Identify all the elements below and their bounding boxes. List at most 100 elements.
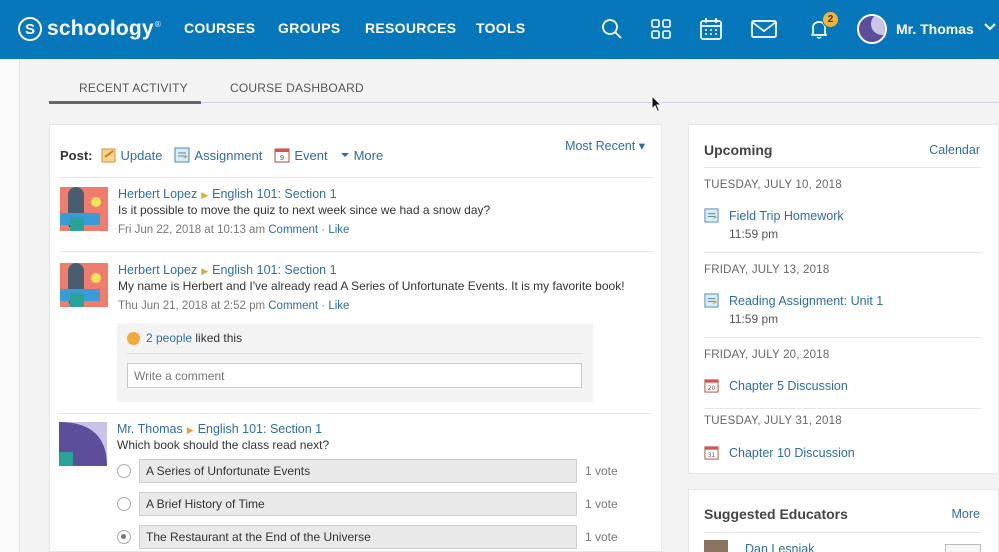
course-link[interactable]: English 101: Section 1 [212, 263, 336, 277]
post-event-button[interactable]: 9 Event [274, 147, 328, 163]
date-heading: TUESDAY, JULY 31, 2018 [704, 415, 842, 427]
likes-summary: 2 people liked this [127, 331, 242, 345]
author-link[interactable]: Herbert Lopez [118, 263, 197, 277]
triangle-right-icon: ▶ [201, 190, 209, 200]
comment-link[interactable]: Comment [268, 300, 318, 312]
poll-radio-selected[interactable] [117, 530, 131, 544]
upcoming-title: Upcoming [704, 142, 773, 158]
entry-timestamp: Fri Jun 22, 2018 at 10:13 am [118, 224, 266, 236]
user-avatar[interactable] [857, 14, 887, 44]
post-more-button[interactable]: More [340, 147, 384, 163]
post-assignment-button[interactable]: Assignment [174, 147, 262, 163]
nav-courses[interactable]: COURSES [184, 20, 255, 36]
date-heading: FRIDAY, JULY 20, 2018 [704, 349, 830, 361]
feed-divider [60, 251, 653, 252]
schoology-logo[interactable]: S schoology ® [18, 14, 161, 44]
author-link[interactable]: Mr. Thomas [117, 422, 183, 436]
calendar-event-icon: 31 [704, 446, 719, 460]
svg-text:31: 31 [708, 452, 716, 459]
poll-option-label: A Brief History of Time [139, 492, 577, 516]
svg-text:20: 20 [708, 385, 716, 392]
upcoming-item[interactable]: Reading Assignment: Unit 1 [704, 293, 883, 308]
panel-divider [704, 532, 982, 533]
comment-link[interactable]: Comment [268, 224, 318, 236]
like-link[interactable]: Like [328, 300, 349, 312]
top-navigation-bar: S schoology ® COURSES GROUPS RESOURCES T… [0, 0, 999, 59]
author-link[interactable]: Herbert Lopez [118, 187, 197, 201]
caret-down-icon [340, 153, 349, 157]
active-tab-indicator [49, 101, 201, 104]
author-avatar[interactable] [59, 422, 107, 466]
poll-radio[interactable] [117, 497, 131, 511]
post-composer-bar: Post: Update Assignment 9 Event More [60, 147, 395, 163]
upcoming-item[interactable]: 31 Chapter 10 Discussion [704, 445, 855, 460]
poll-vote-count: 1 vote [585, 530, 618, 544]
author-avatar[interactable] [60, 263, 108, 307]
course-link[interactable]: English 101: Section 1 [212, 187, 336, 201]
post-update-label: Update [120, 147, 163, 163]
upcoming-item[interactable]: 20 Chapter 5 Discussion [704, 378, 848, 393]
assignment-icon [174, 147, 190, 163]
apps-grid-icon[interactable] [648, 16, 674, 42]
author-avatar[interactable] [60, 187, 108, 231]
entry-header: Herbert Lopez ▶ English 101: Section 1 [118, 263, 337, 277]
likes-divider [127, 353, 583, 354]
post-event-label: Event [294, 147, 328, 163]
svg-text:9: 9 [280, 154, 284, 162]
triangle-right-icon: ▶ [201, 266, 209, 276]
post-label: Post: [60, 147, 93, 163]
poll-vote-count: 1 vote [585, 464, 618, 478]
logo-text: schoology [47, 17, 154, 40]
connect-button[interactable] [945, 544, 981, 552]
mail-icon[interactable] [751, 16, 777, 42]
upcoming-item-time: 11:59 pm [729, 227, 779, 241]
panel-divider [704, 337, 982, 338]
post-more-label: More [353, 147, 384, 163]
tab-course-dashboard[interactable]: COURSE DASHBOARD [230, 81, 364, 95]
feed-divider [59, 413, 652, 414]
likes-comment-box: 2 people liked this [117, 323, 593, 402]
post-update-button[interactable]: Update [101, 147, 163, 163]
entry-text: Which book should the class read next? [117, 438, 330, 452]
upcoming-panel: Upcoming Calendar TUESDAY, JULY 10, 2018… [688, 124, 999, 474]
suggested-title: Suggested Educators [704, 506, 848, 522]
chevron-down-icon[interactable] [983, 20, 997, 39]
sort-label: Most Recent [565, 139, 636, 153]
calendar-icon[interactable] [698, 16, 724, 42]
calendar-link[interactable]: Calendar [929, 143, 980, 157]
panel-divider [704, 252, 982, 253]
feed-divider [60, 177, 653, 178]
search-icon[interactable] [599, 16, 625, 42]
entry-timestamp: Thu Jun 21, 2018 at 2:52 pm [118, 300, 266, 312]
like-link[interactable]: Like [328, 224, 349, 236]
entry-header: Mr. Thomas ▶ English 101: Section 1 [117, 422, 322, 436]
entry-header: Herbert Lopez ▶ English 101: Section 1 [118, 187, 337, 201]
poll-vote-count: 1 vote [585, 497, 618, 511]
tab-recent-activity[interactable]: RECENT ACTIVITY [79, 81, 188, 95]
sort-dropdown[interactable]: Most Recent ▾ [565, 138, 645, 153]
poll-radio[interactable] [117, 464, 131, 478]
notification-count-badge: 2 [822, 11, 839, 28]
educator-name-link[interactable]: Dan Lesniak [745, 542, 815, 552]
upcoming-item-title: Field Trip Homework [729, 208, 844, 223]
post-assignment-label: Assignment [194, 147, 263, 163]
upcoming-item[interactable]: Field Trip Homework [704, 208, 844, 223]
user-menu-name[interactable]: Mr. Thomas [896, 21, 974, 37]
calendar-event-icon: 20 [704, 379, 719, 393]
entry-text: My name is Herbert and I've already read… [118, 279, 625, 293]
nav-resources[interactable]: RESOURCES [365, 20, 456, 36]
event-icon: 9 [274, 148, 290, 163]
nav-tools[interactable]: TOOLS [476, 20, 525, 36]
poll-option-label: The Restaurant at the End of the Univers… [139, 525, 577, 549]
logo-mark: S [18, 17, 42, 41]
smiley-icon [127, 331, 140, 345]
update-icon [101, 148, 115, 163]
comment-input[interactable] [127, 363, 582, 388]
upcoming-item-title: Chapter 5 Discussion [729, 378, 848, 393]
assignment-icon [704, 208, 719, 223]
suggested-more-link[interactable]: More [952, 507, 980, 521]
educator-avatar[interactable] [704, 540, 728, 552]
course-link[interactable]: English 101: Section 1 [198, 422, 322, 436]
likers-link[interactable]: 2 people [146, 331, 192, 345]
nav-groups[interactable]: GROUPS [278, 20, 340, 36]
